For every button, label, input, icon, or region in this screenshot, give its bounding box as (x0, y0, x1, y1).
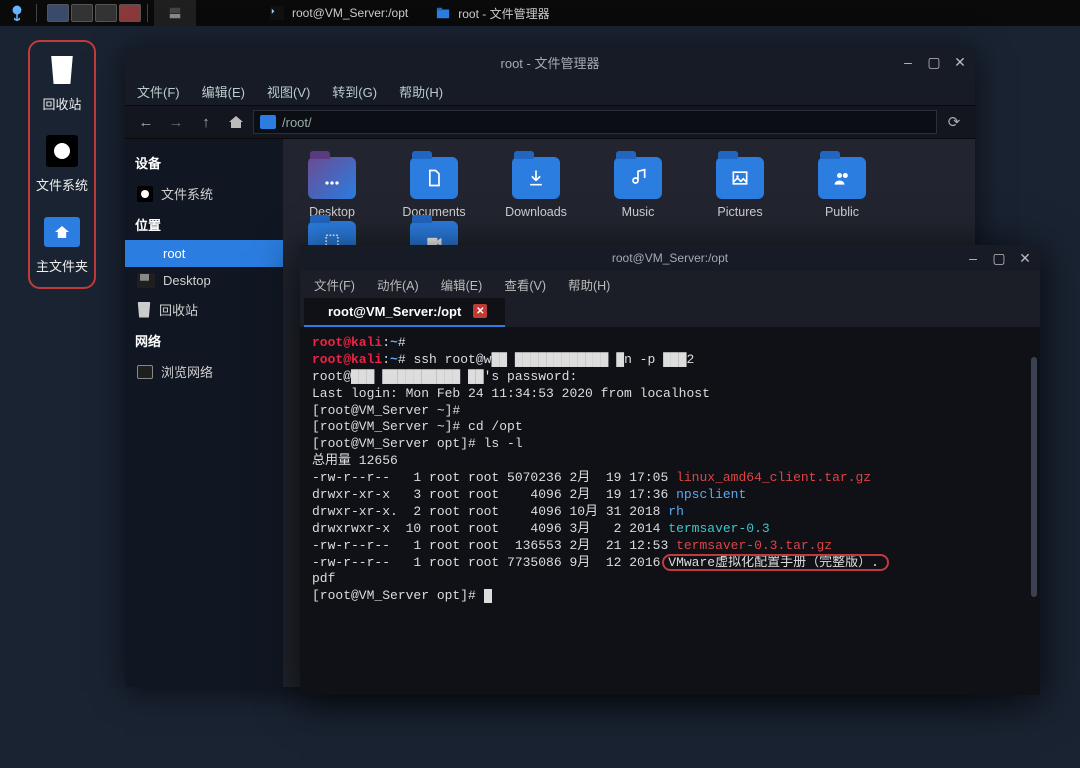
term-titlebar[interactable]: root@VM_Server:/opt – ▢ ✕ (300, 245, 1040, 271)
app-menu-button[interactable] (4, 2, 30, 24)
folder-documents[interactable]: Documents (399, 157, 469, 219)
desktop-icon-trash[interactable]: 回收站 (42, 52, 81, 113)
sidebar-head-devices: 设备 (125, 147, 283, 178)
desktop-icons-highlight: 回收站 文件系统 主文件夹 (28, 40, 96, 289)
term-menu-edit[interactable]: 编辑(E) (441, 275, 483, 294)
fm-titlebar[interactable]: root - 文件管理器 – ▢ ✕ (125, 47, 975, 77)
term-maximize-button[interactable]: ▢ (990, 250, 1008, 267)
tab-close-icon[interactable]: ✕ (473, 304, 487, 318)
nav-forward-button[interactable]: → (163, 109, 189, 135)
sidebar-item-desktop[interactable]: Desktop (125, 267, 283, 294)
highlighted-file: VMware虚拟化配置手册（完整版）. (668, 555, 879, 570)
folder-pictures[interactable]: Pictures (705, 157, 775, 219)
minimize-button[interactable]: – (899, 54, 917, 71)
term-menu-help[interactable]: 帮助(H) (568, 275, 610, 294)
desktop-icon-home[interactable]: 主文件夹 (36, 214, 88, 275)
term-close-button[interactable]: ✕ (1016, 250, 1034, 267)
taskbar-entry-terminal[interactable]: root@VM_Server:/opt (256, 0, 422, 26)
sidebar-item-filesystem[interactable]: 文件系统 (125, 178, 283, 209)
top-panel: root@VM_Server:/opt root - 文件管理器 (0, 0, 1080, 26)
sidebar-head-network: 网络 (125, 325, 283, 356)
term-menu-file[interactable]: 文件(F) (314, 275, 355, 294)
fm-title: root - 文件管理器 (501, 53, 600, 72)
path-text: /root/ (282, 115, 312, 130)
sidebar-head-places: 位置 (125, 209, 283, 240)
sidebar-item-browse-network[interactable]: 浏览网络 (125, 356, 283, 387)
term-menubar: 文件(F) 动作(A) 编辑(E) 查看(V) 帮助(H) (300, 271, 1040, 297)
nav-back-button[interactable]: ← (133, 109, 159, 135)
menu-file[interactable]: 文件(F) (137, 82, 180, 101)
task-label: root - 文件管理器 (458, 5, 549, 22)
menu-go[interactable]: 转到(G) (332, 82, 377, 101)
menu-edit[interactable]: 编辑(E) (202, 82, 245, 101)
term-tab-active[interactable]: root@VM_Server:/opt ✕ (304, 298, 505, 327)
fm-menubar: 文件(F) 编辑(E) 视图(V) 转到(G) 帮助(H) (125, 77, 975, 105)
terminal-cursor (484, 589, 492, 603)
terminal-window: root@VM_Server:/opt – ▢ ✕ 文件(F) 动作(A) 编辑… (300, 245, 1040, 695)
fm-sidebar: 设备 文件系统 位置 root Desktop 回收站 网络 浏览网络 (125, 139, 283, 687)
nav-up-button[interactable]: ↑ (193, 109, 219, 135)
maximize-button[interactable]: ▢ (925, 54, 943, 71)
terminal-output[interactable]: root@kali:~# root@kali:~# ssh root@w██ █… (300, 327, 1040, 695)
fm-toolbar: ← → ↑ /root/ ⟳ (125, 105, 975, 139)
folder-music[interactable]: Music (603, 157, 673, 219)
folder-icon (260, 115, 276, 129)
folder-desktop[interactable]: Desktop (297, 157, 367, 219)
taskbar-entry-fm[interactable]: root - 文件管理器 (422, 0, 563, 26)
term-tab-label: root@VM_Server:/opt (328, 304, 461, 319)
task-label: root@VM_Server:/opt (292, 6, 408, 20)
refresh-button[interactable]: ⟳ (941, 113, 967, 131)
desktop-icon-filesystem[interactable]: 文件系统 (36, 133, 88, 194)
sidebar-item-trash[interactable]: 回收站 (125, 294, 283, 325)
menu-view[interactable]: 视图(V) (267, 82, 310, 101)
workspace-switcher[interactable] (47, 4, 141, 22)
nav-home-button[interactable] (223, 109, 249, 135)
term-tabbar: root@VM_Server:/opt ✕ (300, 297, 1040, 327)
term-menu-view[interactable]: 查看(V) (504, 275, 546, 294)
location-bar[interactable]: /root/ (253, 110, 937, 134)
term-title-text: root@VM_Server:/opt (612, 251, 728, 265)
folder-public[interactable]: Public (807, 157, 877, 219)
term-minimize-button[interactable]: – (964, 250, 982, 267)
minimize-all-button[interactable] (154, 0, 196, 26)
terminal-scrollbar[interactable] (1031, 357, 1037, 597)
menu-help[interactable]: 帮助(H) (399, 82, 443, 101)
sidebar-item-root[interactable]: root (125, 240, 283, 267)
close-button[interactable]: ✕ (951, 54, 969, 71)
term-menu-action[interactable]: 动作(A) (377, 275, 419, 294)
folder-downloads[interactable]: Downloads (501, 157, 571, 219)
